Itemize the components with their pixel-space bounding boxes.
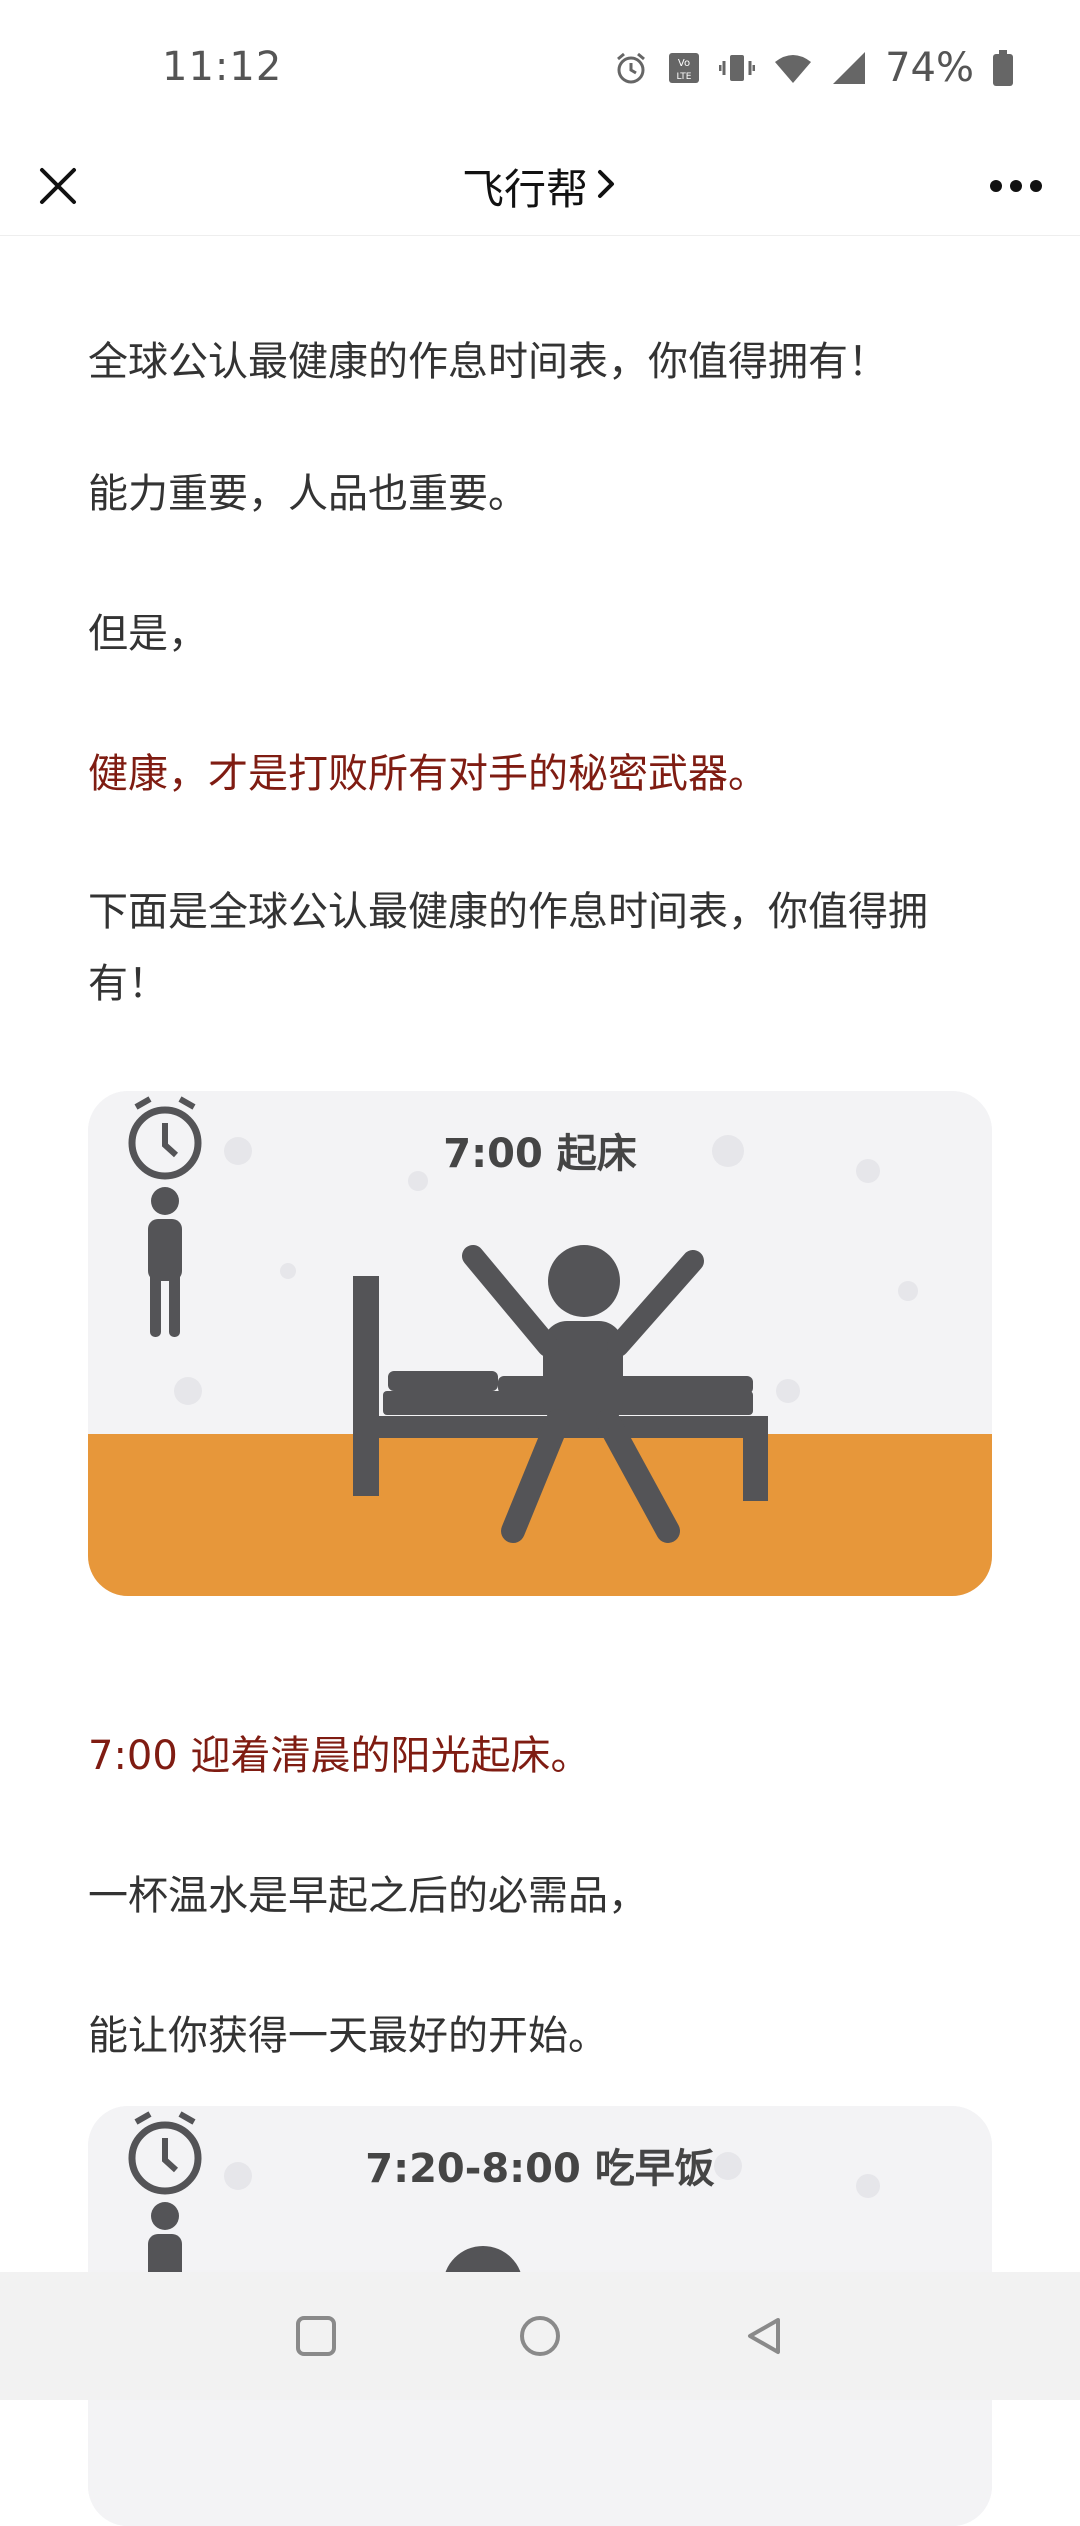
paragraph: 下面是全球公认最健康的作息时间表，你值得拥有！ — [88, 889, 928, 1007]
svg-text:Vo: Vo — [678, 58, 690, 69]
recents-icon — [296, 2316, 336, 2356]
status-time: 11:12 — [162, 44, 283, 90]
top-nav: 飞行帮 — [0, 136, 1080, 236]
status-icons: Vo LTE 74% — [613, 44, 1014, 92]
paragraph: 全球公认最健康的作息时间表，你值得拥有！ — [88, 339, 888, 385]
paragraph: 一杯温水是早起之后的必需品， — [88, 1873, 648, 1919]
paragraph: 但是， — [88, 611, 208, 657]
home-button[interactable] — [508, 2304, 572, 2368]
svg-text:LTE: LTE — [677, 72, 692, 82]
home-icon — [520, 2316, 560, 2356]
illustration-title: 7:20-8:00 吃早饭 — [365, 2146, 715, 2192]
illustration-title: 7:00 起床 — [443, 1131, 637, 1177]
back-button[interactable] — [732, 2304, 796, 2368]
recents-button[interactable] — [284, 2304, 348, 2368]
wake-up-illustration: 7:00 起床 — [88, 1091, 992, 1596]
battery-icon — [992, 49, 1014, 87]
more-icon — [990, 180, 1042, 192]
back-icon — [748, 2318, 780, 2354]
alarm-icon — [613, 50, 649, 86]
signal-icon — [831, 50, 867, 86]
paragraph: 能力重要，人品也重要。 — [88, 471, 528, 517]
more-button[interactable] — [980, 154, 1052, 218]
paragraph: 能让你获得一天最好的开始。 — [88, 2013, 608, 2059]
chevron-right-icon — [594, 166, 618, 206]
vibrate-icon — [719, 50, 756, 86]
highlight-paragraph: 7:00 迎着清晨的阳光起床。 — [88, 1733, 591, 1779]
account-name: 飞行帮 — [461, 164, 588, 214]
highlight-paragraph: 健康，才是打败所有对手的秘密武器。 — [88, 751, 768, 797]
battery-percent: 74% — [885, 45, 974, 91]
account-title-link[interactable]: 飞行帮 — [0, 136, 1080, 236]
wifi-icon — [773, 50, 813, 86]
system-nav-bar — [0, 2272, 1080, 2400]
volte-icon: Vo LTE — [667, 51, 701, 85]
status-bar: 11:12 Vo LTE 74% — [0, 0, 1080, 136]
